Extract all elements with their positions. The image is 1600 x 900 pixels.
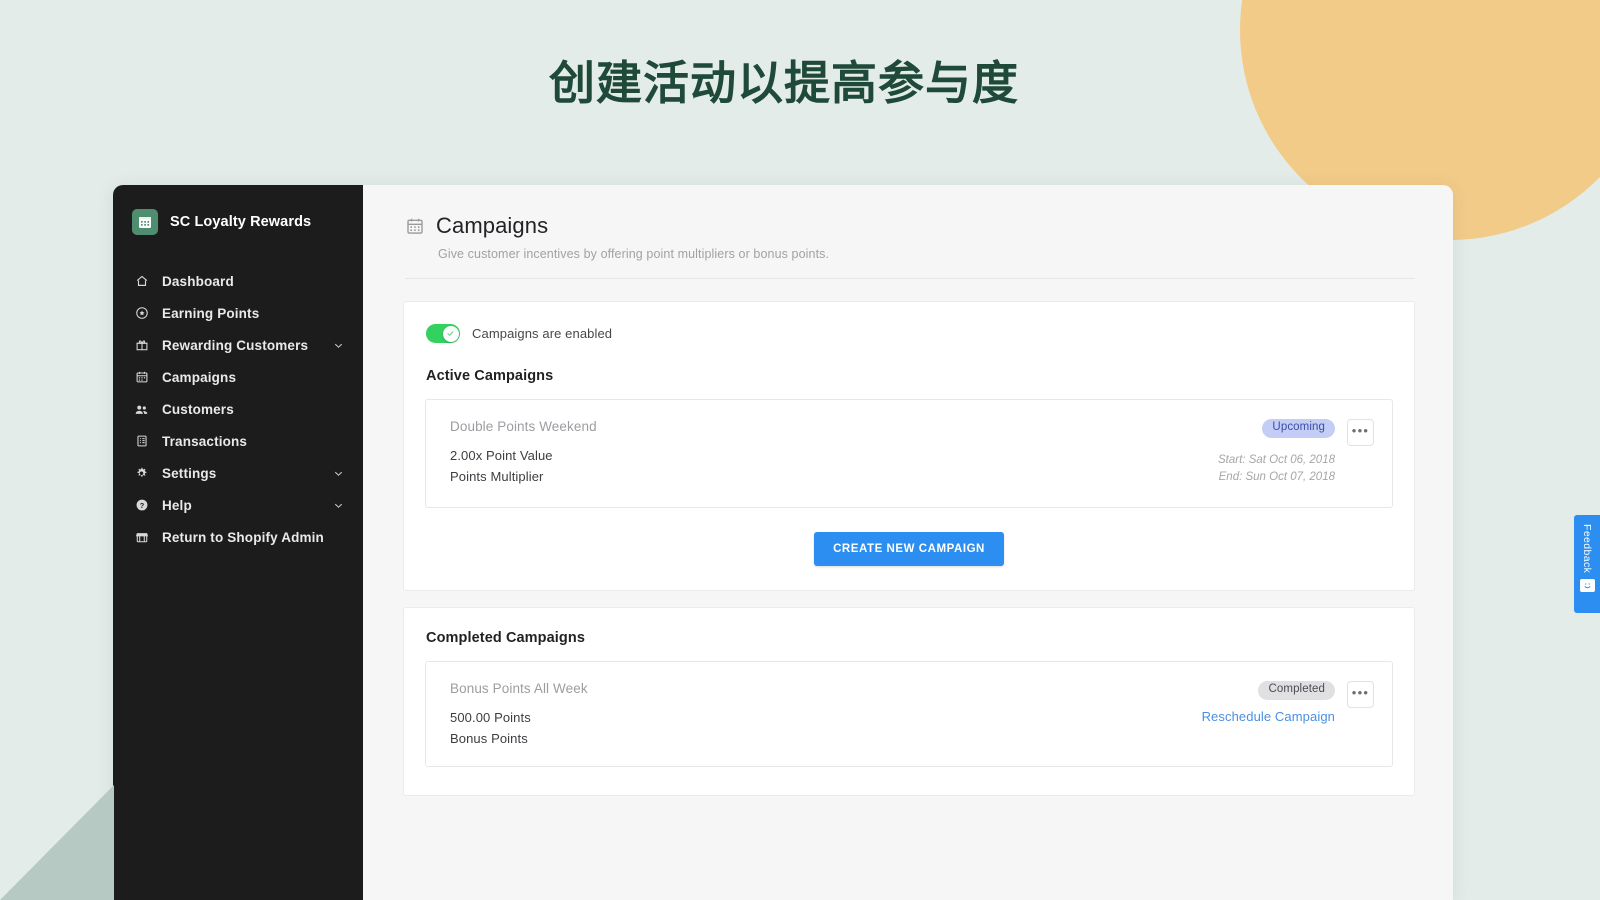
sidebar-item-settings[interactable]: Settings	[113, 457, 363, 489]
star-circle-icon	[134, 306, 149, 320]
sidebar-item-return-to-shopify-admin[interactable]: Return to Shopify Admin	[113, 521, 363, 553]
sidebar-item-help[interactable]: ? Help	[113, 489, 363, 521]
sidebar-item-label: Transactions	[162, 433, 248, 449]
check-icon	[442, 325, 459, 342]
brand[interactable]: SC Loyalty Rewards	[113, 197, 363, 247]
campaign-dates: Start: Sat Oct 06, 2018 End: Sun Oct 07,…	[1218, 452, 1335, 488]
campaign-card[interactable]: Bonus Points All Week 500.00 Points Bonu…	[425, 661, 1393, 768]
campaign-menu-button[interactable]: •••	[1347, 419, 1374, 446]
completed-campaigns-panel: Completed Campaigns Bonus Points All Wee…	[403, 607, 1415, 797]
campaign-details: Bonus Points All Week 500.00 Points Bonu…	[450, 681, 1202, 746]
campaigns-enabled-row: Campaigns are enabled	[425, 324, 1393, 343]
campaign-start-date: Start: Sat Oct 06, 2018	[1218, 453, 1335, 466]
page-heading-row: Campaigns	[405, 213, 1415, 239]
sidebar-item-label: Return to Shopify Admin	[162, 529, 324, 545]
campaign-value: 2.00x Point Value	[450, 448, 553, 463]
header-divider	[405, 278, 1415, 279]
page-title: 创建活动以提高参与度	[549, 57, 1019, 109]
feedback-label: Feedback	[1581, 524, 1593, 574]
reschedule-campaign-link[interactable]: Reschedule Campaign	[1202, 709, 1335, 724]
active-campaigns-panel: Campaigns are enabled Active Campaigns D…	[403, 301, 1415, 592]
campaign-name: Bonus Points All Week	[450, 681, 588, 697]
calendar-icon	[134, 370, 149, 384]
content-header: Campaigns Give customer incentives by of…	[403, 213, 1415, 279]
feedback-tab[interactable]: Feedback	[1574, 515, 1600, 613]
decorative-triangle	[0, 785, 114, 900]
campaign-status-block: Completed Reschedule Campaign	[1202, 681, 1335, 724]
app-window: SC Loyalty Rewards Dashboard Earning Poi…	[113, 185, 1453, 900]
campaign-name: Double Points Weekend	[450, 419, 597, 434]
create-new-campaign-button[interactable]: CREATE NEW CAMPAIGN	[814, 532, 1004, 567]
gift-icon	[134, 338, 149, 352]
status-badge: Completed	[1258, 681, 1335, 700]
sidebar-item-customers[interactable]: Customers	[113, 393, 363, 425]
brand-name: SC Loyalty Rewards	[170, 214, 312, 230]
calendar-icon	[405, 216, 425, 236]
smiley-icon	[1579, 579, 1595, 593]
active-campaigns-title: Active Campaigns	[426, 368, 554, 384]
campaign-menu-button[interactable]: •••	[1347, 681, 1374, 709]
sidebar-item-label: Settings	[162, 465, 217, 481]
campaign-card[interactable]: Double Points Weekend 2.00x Point Value …	[425, 399, 1393, 509]
svg-text:?: ?	[139, 501, 144, 510]
campaign-meta-group: Completed Reschedule Campaign •••	[1202, 681, 1374, 746]
campaign-details: Double Points Weekend 2.00x Point Value …	[450, 419, 1218, 487]
help-circle-icon: ?	[134, 498, 149, 512]
status-badge: Upcoming	[1262, 419, 1335, 438]
sidebar-item-campaigns[interactable]: Campaigns	[113, 361, 363, 393]
campaign-type: Points Multiplier	[450, 469, 544, 484]
app-logo-icon	[132, 209, 158, 235]
receipt-icon	[134, 434, 149, 448]
sidebar: SC Loyalty Rewards Dashboard Earning Poi…	[113, 185, 363, 900]
chevron-down-icon[interactable]	[332, 499, 345, 512]
people-icon	[134, 402, 149, 417]
sidebar-item-transactions[interactable]: Transactions	[113, 425, 363, 457]
sidebar-item-label: Help	[162, 497, 192, 513]
campaign-value: 500.00 Points	[450, 710, 531, 726]
sidebar-item-label: Earning Points	[162, 305, 260, 321]
sidebar-item-label: Campaigns	[162, 369, 237, 385]
create-campaign-row: CREATE NEW CAMPAIGN	[425, 532, 1393, 567]
sidebar-item-earning-points[interactable]: Earning Points	[113, 297, 363, 329]
completed-campaigns-title: Completed Campaigns	[426, 630, 586, 647]
campaign-meta-group: Upcoming Start: Sat Oct 06, 2018 End: Su…	[1218, 419, 1374, 487]
content-title: Campaigns	[436, 213, 549, 238]
campaign-end-date: End: Sun Oct 07, 2018	[1218, 471, 1335, 484]
store-icon	[134, 530, 149, 544]
gear-icon	[134, 466, 149, 481]
campaign-status-block: Upcoming Start: Sat Oct 06, 2018 End: Su…	[1218, 419, 1335, 487]
campaign-type: Bonus Points	[450, 731, 528, 747]
main-content: Campaigns Give customer incentives by of…	[363, 185, 1453, 900]
campaigns-enabled-label: Campaigns are enabled	[472, 326, 613, 341]
content-subtitle: Give customer incentives by offering poi…	[438, 247, 830, 261]
sidebar-nav: Dashboard Earning Points Rewarding Custo…	[113, 265, 363, 553]
sidebar-item-dashboard[interactable]: Dashboard	[113, 265, 363, 297]
sidebar-item-label: Customers	[162, 401, 234, 417]
chevron-down-icon[interactable]	[332, 467, 345, 480]
campaigns-enabled-toggle[interactable]	[426, 324, 460, 343]
home-icon	[134, 274, 149, 288]
sidebar-item-label: Rewarding Customers	[162, 337, 309, 353]
sidebar-item-label: Dashboard	[162, 273, 234, 289]
sidebar-item-rewarding-customers[interactable]: Rewarding Customers	[113, 329, 363, 361]
chevron-down-icon[interactable]	[332, 339, 345, 352]
